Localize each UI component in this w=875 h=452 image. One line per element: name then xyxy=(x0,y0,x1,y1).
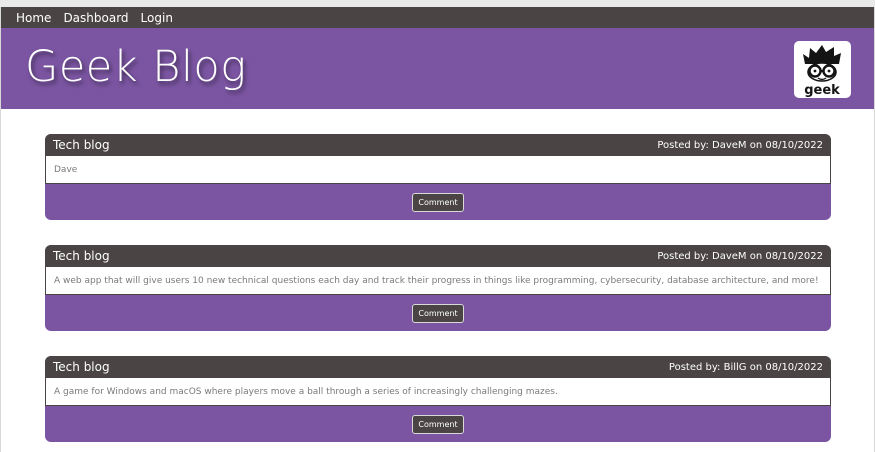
post-body: A game for Windows and macOS where playe… xyxy=(45,378,831,406)
window-top-strip xyxy=(0,0,875,7)
post-card: Tech blog Posted by: BillG on 08/10/2022… xyxy=(45,356,831,442)
nav-link-home[interactable]: Home xyxy=(16,11,51,25)
post-body: A web app that will give users 10 new te… xyxy=(45,267,831,295)
post-meta: Posted by: BillG on 08/10/2022 xyxy=(668,361,823,373)
post-header: Tech blog Posted by: BillG on 08/10/2022 xyxy=(45,356,831,378)
post-footer: Comment xyxy=(45,295,831,331)
post-header: Tech blog Posted by: DaveM on 08/10/2022 xyxy=(45,134,831,156)
comment-button[interactable]: Comment xyxy=(412,303,464,323)
nav-link-dashboard[interactable]: Dashboard xyxy=(63,11,128,25)
navbar: Home Dashboard Login xyxy=(1,7,874,28)
post-meta: Posted by: DaveM on 08/10/2022 xyxy=(657,139,823,151)
site-title: Geek Blog xyxy=(25,42,247,92)
post-title[interactable]: Tech blog xyxy=(53,360,110,374)
post-content: Dave xyxy=(54,164,78,175)
post-title[interactable]: Tech blog xyxy=(53,249,110,263)
post-card: Tech blog Posted by: DaveM on 08/10/2022… xyxy=(45,245,831,331)
geek-logo: geek xyxy=(794,41,851,98)
post-footer: Comment xyxy=(45,184,831,220)
comment-button[interactable]: Comment xyxy=(412,414,464,434)
geek-mascot-icon: geek xyxy=(803,45,841,98)
post-meta: Posted by: DaveM on 08/10/2022 xyxy=(657,250,823,262)
comment-button[interactable]: Comment xyxy=(412,192,464,212)
post-body: Dave xyxy=(45,156,831,184)
post-title[interactable]: Tech blog xyxy=(53,138,110,152)
nav-link-login[interactable]: Login xyxy=(141,11,173,25)
post-card: Tech blog Posted by: DaveM on 08/10/2022… xyxy=(45,134,831,220)
post-content: A web app that will give users 10 new te… xyxy=(54,275,819,286)
post-header: Tech blog Posted by: DaveM on 08/10/2022 xyxy=(45,245,831,267)
post-content: A game for Windows and macOS where playe… xyxy=(54,386,558,397)
post-footer: Comment xyxy=(45,406,831,442)
site-header: Geek Blog geek xyxy=(1,28,874,109)
logo-text: geek xyxy=(804,83,840,98)
